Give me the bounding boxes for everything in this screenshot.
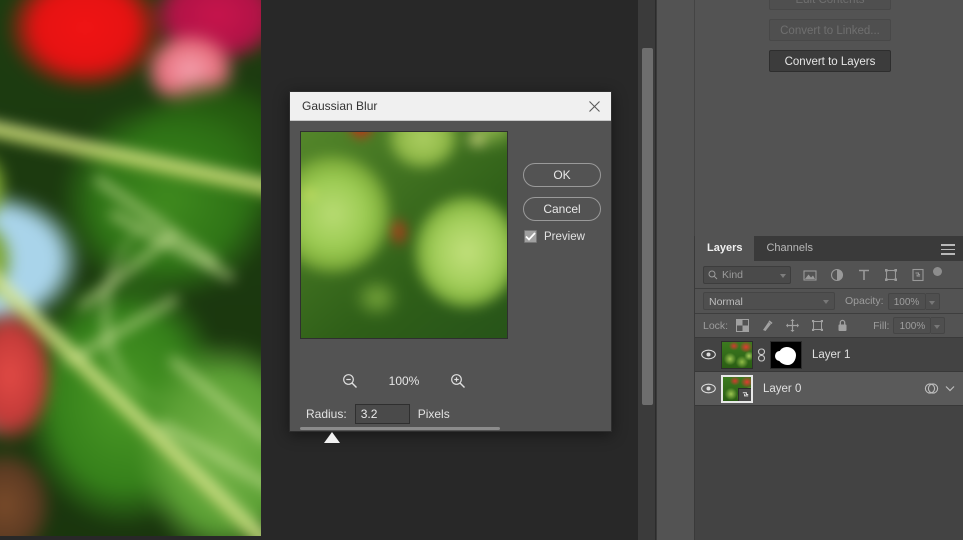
lock-all-icon[interactable] (836, 319, 849, 332)
smart-object-badge-icon (738, 387, 751, 401)
cancel-button[interactable]: Cancel (523, 197, 601, 221)
tab-channels[interactable]: Channels (754, 236, 825, 261)
convert-to-linked-button[interactable]: Convert to Linked... (769, 19, 891, 41)
image-brown-region (0, 430, 70, 536)
radius-units-label: Pixels (417, 407, 450, 421)
opacity-value[interactable]: 100% (887, 292, 926, 310)
search-icon (708, 270, 718, 279)
right-panel-dock: Edit Contents Convert to Linked... Conve… (694, 0, 963, 540)
adjustment-filter-icon[interactable] (830, 268, 844, 282)
radius-slider-thumb[interactable] (324, 432, 340, 443)
close-icon[interactable] (588, 100, 601, 113)
layer-filter-row: Kind (695, 261, 963, 289)
filter-kind-select[interactable]: Kind (703, 265, 791, 284)
preview-checkbox-group[interactable]: Preview (524, 230, 585, 243)
opacity-stepper[interactable] (925, 292, 940, 310)
filter-kind-label: Kind (722, 268, 744, 281)
eye-icon (700, 349, 716, 360)
chevron-down-icon[interactable] (945, 385, 955, 392)
image-filter-icon[interactable] (803, 268, 817, 282)
layer-visibility-toggle[interactable] (695, 383, 721, 394)
zoom-in-icon[interactable] (450, 373, 466, 389)
layer-row-actions (924, 382, 955, 395)
canvas-vertical-scrollbar-thumb[interactable] (642, 48, 653, 405)
table-row[interactable]: Layer 1 (695, 338, 963, 372)
checkmark-icon (525, 232, 536, 241)
filter-toggle-icon[interactable] (933, 267, 942, 276)
preview-zoom-controls: 100% (300, 373, 508, 389)
lock-icon-group (736, 319, 849, 332)
radius-label: Radius: (306, 407, 347, 421)
gaussian-blur-dialog[interactable]: Gaussian Blur OK Cancel Preview 100% Rad… (289, 91, 612, 443)
radius-input[interactable]: 3.2 (354, 404, 410, 424)
canvas-image[interactable] (0, 0, 261, 536)
fill-value[interactable]: 100% (893, 317, 932, 334)
blur-preview[interactable] (300, 131, 508, 339)
dialog-body: OK Cancel Preview 100% Radius: 3.2 Pixel… (290, 121, 611, 443)
radius-slider[interactable] (300, 424, 505, 446)
preview-label: Preview (544, 230, 585, 243)
edit-contents-button[interactable]: Edit Contents (769, 0, 891, 10)
lock-transparency-icon[interactable] (736, 319, 750, 332)
chevron-down-icon (780, 273, 786, 278)
layer-thumbnail-art (722, 341, 752, 368)
chevron-down-icon (928, 300, 935, 305)
zoom-level: 100% (388, 374, 420, 388)
properties-panel: Edit Contents Convert to Linked... Conve… (694, 0, 963, 236)
convert-to-layers-button[interactable]: Convert to Layers (769, 50, 891, 72)
layer-name[interactable]: Layer 0 (763, 383, 801, 395)
tab-layers[interactable]: Layers (695, 236, 755, 261)
hamburger-menu-icon[interactable] (941, 244, 955, 255)
layer-list: Layer 1 Layer 0 (695, 338, 963, 406)
panel-gutter (656, 0, 694, 540)
layer-mask-shape (775, 346, 796, 365)
dialog-title-bar[interactable]: Gaussian Blur (290, 92, 611, 121)
layer-mask-thumbnail[interactable] (770, 340, 802, 369)
lock-row: Lock: Fill: 100% (695, 314, 963, 338)
chevron-down-icon (934, 325, 941, 329)
preview-checkbox[interactable] (524, 230, 537, 243)
blur-preview-image (301, 132, 507, 338)
zoom-out-icon[interactable] (342, 373, 358, 389)
blend-mode-row: Normal Opacity: 100% (695, 289, 963, 314)
lock-label: Lock: (703, 319, 729, 332)
layer-thumbnail[interactable] (721, 340, 753, 369)
layer-visibility-toggle[interactable] (695, 349, 721, 360)
eye-icon (700, 383, 716, 394)
smart-object-filter-icon[interactable] (911, 268, 925, 282)
layer-effects-icon[interactable] (924, 382, 939, 395)
lock-position-icon[interactable] (786, 319, 800, 332)
layer-thumbnail[interactable] (721, 374, 753, 403)
chevron-down-icon (823, 300, 829, 304)
ok-button[interactable]: OK (523, 163, 601, 187)
blend-mode-value: Normal (709, 296, 743, 308)
photoshop-window: Edit Contents Convert to Linked... Conve… (0, 0, 963, 540)
smart-object-icon (742, 392, 748, 397)
layer-name[interactable]: Layer 1 (812, 349, 850, 361)
link-icon (757, 347, 766, 362)
fill-label: Fill: (873, 319, 890, 332)
opacity-label: Opacity: (845, 295, 884, 307)
radius-control: Radius: 3.2 Pixels (306, 404, 450, 424)
properties-button-group: Edit Contents Convert to Linked... Conve… (735, 0, 925, 81)
shape-filter-icon[interactable] (884, 268, 898, 282)
lock-artboard-icon[interactable] (811, 319, 824, 332)
type-filter-icon[interactable] (857, 268, 871, 282)
radius-slider-track[interactable] (300, 427, 500, 430)
canvas-image-render (0, 0, 261, 536)
lock-image-icon[interactable] (761, 319, 774, 332)
fill-stepper[interactable] (931, 317, 946, 334)
layers-panel: Layers Channels Kind Normal Opacity: 100… (694, 236, 963, 540)
layer-filter-icons (803, 268, 925, 282)
layers-panel-tabs: Layers Channels (695, 236, 963, 261)
layer-mask-link-icon[interactable] (755, 347, 768, 362)
dialog-title: Gaussian Blur (302, 99, 378, 113)
blend-mode-select[interactable]: Normal (703, 292, 835, 310)
table-row[interactable]: Layer 0 (695, 372, 963, 406)
